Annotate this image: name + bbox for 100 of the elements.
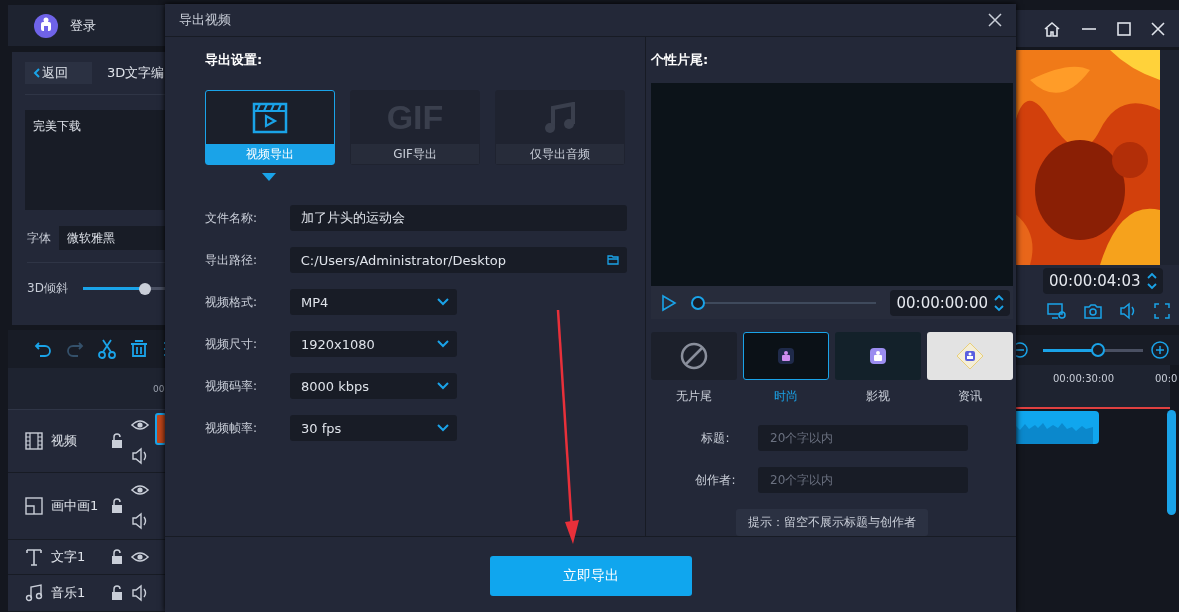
input-field[interactable]: 20个字以内 [758, 467, 968, 493]
time-field[interactable]: 00:00:04:03 [1043, 268, 1163, 294]
zoom-in-icon[interactable] [1151, 341, 1169, 359]
music-note-icon [25, 584, 43, 602]
picture-in-picture-icon [25, 497, 43, 515]
folder-icon[interactable] [607, 255, 619, 265]
chevron-down-icon[interactable] [437, 424, 449, 432]
clapperboard-icon [252, 101, 288, 134]
field-label: 文件名称: [205, 209, 259, 227]
lock-icon[interactable] [111, 433, 123, 449]
template-label: 时尚 [774, 388, 798, 405]
scrollbar[interactable] [1167, 410, 1176, 515]
lock-icon[interactable] [111, 549, 123, 565]
time-field[interactable]: 00:00:00:00 [890, 289, 1010, 316]
track-name: 音乐1 [51, 584, 87, 602]
field-value: C:/Users/Administrator/Desktop [300, 252, 507, 268]
text-input[interactable]: 完美下载 [25, 110, 165, 210]
trash-icon[interactable] [130, 340, 148, 358]
field-value: MP4 [301, 294, 329, 310]
close-icon[interactable] [988, 13, 1002, 27]
slider-handle[interactable] [691, 295, 705, 310]
music-note-icon [544, 101, 576, 134]
template-label: 资讯 [958, 388, 982, 405]
field-value: 30 fps [301, 420, 342, 436]
field-label: 视频码率: [205, 377, 259, 395]
ending-template[interactable] [651, 332, 737, 380]
option-label: 仅导出音频 [496, 144, 624, 164]
selection-pointer [262, 173, 276, 181]
track-name: 画中画1 [51, 497, 100, 515]
template-label: 无片尾 [676, 388, 712, 405]
panel-tab[interactable]: 3D文字编 [107, 64, 165, 82]
maximize-icon[interactable] [1117, 21, 1131, 36]
speaker-icon[interactable] [131, 512, 149, 530]
ending-template[interactable] [743, 332, 829, 380]
time-value: 00:00:04:03 [1049, 272, 1141, 290]
login-link[interactable]: 登录 [70, 16, 96, 35]
template-label: 影视 [866, 388, 890, 405]
track-name: 视频 [51, 432, 78, 450]
section-heading: 个性片尾: [651, 51, 710, 69]
speaker-icon[interactable] [1119, 302, 1137, 320]
time-label: 00 [153, 384, 165, 394]
logo-icon [777, 347, 795, 365]
field-label: 视频格式: [205, 293, 259, 311]
chevron-down-icon[interactable] [437, 340, 449, 348]
film-icon [25, 432, 43, 450]
option-label: 视频导出 [206, 144, 334, 164]
time-value: 00:00:00:00 [896, 293, 988, 312]
lock-icon[interactable] [111, 585, 123, 601]
spinner-icon[interactable] [994, 293, 1004, 312]
field-value: 8000 kbps [301, 378, 370, 394]
font-select[interactable]: 微软雅黑 [59, 226, 165, 250]
eye-icon[interactable] [131, 417, 149, 433]
speaker-icon[interactable] [131, 584, 149, 602]
ending-template[interactable] [835, 332, 921, 380]
field-label: 标题: [700, 429, 731, 447]
input-field[interactable]: 加了片头的运动会 [289, 205, 627, 231]
slider-handle[interactable] [1091, 343, 1106, 357]
undo-icon[interactable] [34, 340, 52, 358]
dialog-title: 导出视频 [179, 11, 231, 29]
spinner-icon[interactable] [1146, 272, 1157, 290]
hint-text: 提示：留空不展示标题与创作者 [736, 509, 928, 536]
avatar-icon[interactable] [34, 13, 58, 38]
chevron-down-icon[interactable] [437, 298, 449, 306]
chevron-down-icon[interactable] [437, 382, 449, 390]
screen-settings-icon[interactable] [1047, 302, 1067, 320]
speaker-icon[interactable] [131, 447, 149, 465]
track-name: 文字1 [51, 548, 87, 566]
text-icon [25, 548, 43, 566]
camera-icon[interactable] [1084, 303, 1102, 319]
input-field[interactable]: 20个字以内 [758, 425, 968, 451]
lock-icon[interactable] [111, 498, 123, 514]
time-label: 00:0 [1155, 373, 1178, 384]
eye-icon[interactable] [131, 482, 149, 498]
field-label: 视频帧率: [205, 419, 259, 437]
field-label: 视频尺寸: [205, 335, 259, 353]
field-value: 1920x1080 [301, 336, 375, 352]
dropdown[interactable]: MP4 [290, 289, 457, 315]
no-entry-icon [680, 342, 708, 370]
fullscreen-icon[interactable] [1154, 303, 1170, 319]
scissors-icon[interactable] [98, 339, 116, 359]
tilt-label: 3D倾斜 [27, 280, 68, 297]
chevron-left-icon [33, 68, 40, 78]
slider-handle[interactable] [138, 282, 151, 295]
option-label: GIF导出 [351, 144, 479, 164]
export-type-option[interactable]: 仅导出音频 [495, 90, 625, 165]
eye-icon[interactable] [131, 549, 149, 565]
field-label: 创作者: [694, 471, 737, 489]
input-field[interactable]: C:/Users/Administrator/Desktop [289, 247, 627, 273]
home-icon[interactable] [1043, 20, 1061, 37]
close-icon[interactable] [1151, 21, 1165, 36]
font-label: 字体 [27, 229, 51, 247]
back-button[interactable]: 返回 [25, 62, 92, 84]
time-label: 00:00:30:00 [1053, 373, 1114, 384]
logo-icon [869, 347, 887, 365]
field-label: 导出路径: [205, 251, 259, 269]
field-value: 加了片头的运动会 [300, 209, 405, 227]
dropdown[interactable]: 8000 kbps [290, 373, 457, 399]
play-icon[interactable] [661, 293, 677, 312]
dropdown[interactable]: 1920x1080 [290, 331, 457, 357]
dropdown[interactable]: 30 fps [290, 415, 457, 441]
